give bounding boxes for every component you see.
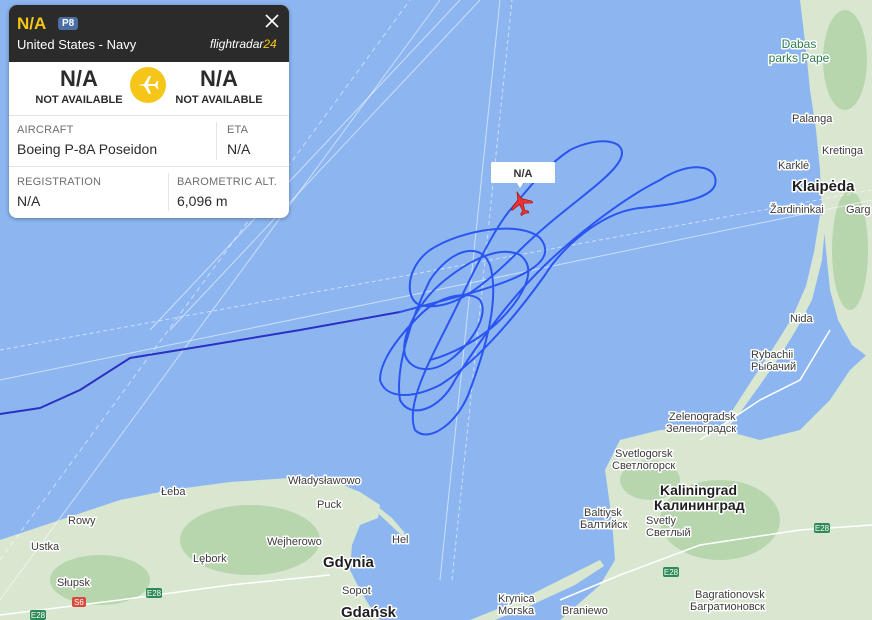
place-zelenogradsk-cyr: Зеленоградск (666, 423, 736, 435)
eta-value: N/A (227, 141, 251, 157)
road-s6: S6 (74, 598, 84, 607)
aircraft-value: Boeing P-8A Poseidon (17, 141, 158, 157)
place-bagrationovsk-cyr: Багратионовск (690, 601, 765, 613)
departure-name: NOT AVAILABLE (35, 94, 123, 106)
place-svetly-cyr: Светлый (646, 527, 691, 539)
place-garg: Garg (846, 204, 870, 216)
brand-number: 24 (263, 37, 277, 51)
place-baltiysk-cyr: Балтийск (580, 519, 628, 531)
panel-header: N/A P8 United States - Navy flightradar2… (9, 5, 289, 62)
registration-label: REGISTRATION (17, 176, 102, 188)
barometric-altitude-label: BAROMETRIC ALT. (177, 176, 277, 188)
divider (216, 122, 217, 160)
place-svetlogorsk: Svetlogorsk (615, 448, 673, 460)
divider (9, 166, 289, 167)
registration-value: N/A (17, 193, 41, 209)
place-hel: Hel (392, 534, 409, 546)
place-nida: Nida (790, 313, 814, 325)
place-sopot: Sopot (342, 585, 371, 597)
flightradar24-logo: flightradar24 (210, 37, 277, 51)
place-klaipeda: Klaipėda (792, 178, 855, 195)
flight-info-panel: N/A P8 United States - Navy flightradar2… (9, 5, 289, 218)
eta-label: ETA (227, 124, 249, 136)
place-dabas: Dabas (782, 37, 817, 51)
place-palanga: Palanga (792, 113, 833, 125)
place-zelenogradsk: Zelenogradsk (669, 411, 736, 423)
place-rybachii-cyr: Рыбачий (751, 361, 796, 373)
place-morska: Morska (498, 605, 535, 617)
place-krynica: Krynica (498, 593, 536, 605)
place-gdansk: Gdańsk (341, 604, 397, 620)
departure-code: N/A (60, 66, 98, 91)
divider (168, 173, 169, 211)
aircraft-label: AIRCRAFT (17, 124, 74, 136)
place-bagrationovsk: Bagrationovsk (695, 589, 765, 601)
place-kaliningrad-cyr: Калининград (654, 497, 745, 513)
place-baltiysk: Baltiysk (584, 507, 622, 519)
road-e28-c: E28 (664, 568, 679, 577)
place-kaliningrad: Kaliningrad (660, 482, 737, 498)
place-slupsk: Słupsk (57, 577, 91, 589)
departure-airport[interactable]: N/A NOT AVAILABLE (24, 66, 134, 107)
brand-text: flightradar (210, 37, 264, 51)
arrival-name: NOT AVAILABLE (175, 94, 263, 106)
place-rowy: Rowy (68, 515, 96, 527)
operator-name: United States - Navy (17, 37, 137, 52)
place-braniewo: Braniewo (562, 605, 608, 617)
place-karkle: Karklė (778, 160, 809, 172)
place-svetlogorsk-cyr: Светлогорск (612, 460, 675, 472)
place-svetly: Svetly (646, 515, 676, 527)
airplane-icon (130, 67, 166, 103)
place-leba: Łeba (161, 486, 186, 498)
barometric-altitude-value: 6,096 m (177, 193, 228, 209)
place-weiherowo: Wejherowo (267, 536, 322, 548)
road-e28-d: E28 (815, 524, 830, 533)
place-wladyslawowo: Władysławowo (288, 475, 361, 487)
road-e28-b: E28 (147, 589, 162, 598)
arrival-code: N/A (200, 66, 238, 91)
place-puck: Puck (317, 499, 342, 511)
place-zardininkai: Žardininkai (770, 203, 824, 216)
place-gdynia: Gdynia (323, 554, 375, 571)
aircraft-type-badge: P8 (58, 17, 79, 30)
place-rybachii: Rybachii (751, 349, 793, 361)
divider (9, 115, 289, 116)
arrival-airport[interactable]: N/A NOT AVAILABLE (164, 66, 274, 107)
place-parks-pape: parks Pape (769, 51, 830, 65)
place-kretinga: Kretinga (822, 145, 864, 157)
close-icon[interactable] (263, 12, 281, 30)
road-e28-a: E28 (31, 611, 46, 620)
place-lebork: Lębork (193, 553, 227, 565)
aircraft-label: N/A (514, 168, 533, 180)
place-ustka: Ustka (31, 541, 60, 553)
callsign: N/A (17, 14, 47, 33)
